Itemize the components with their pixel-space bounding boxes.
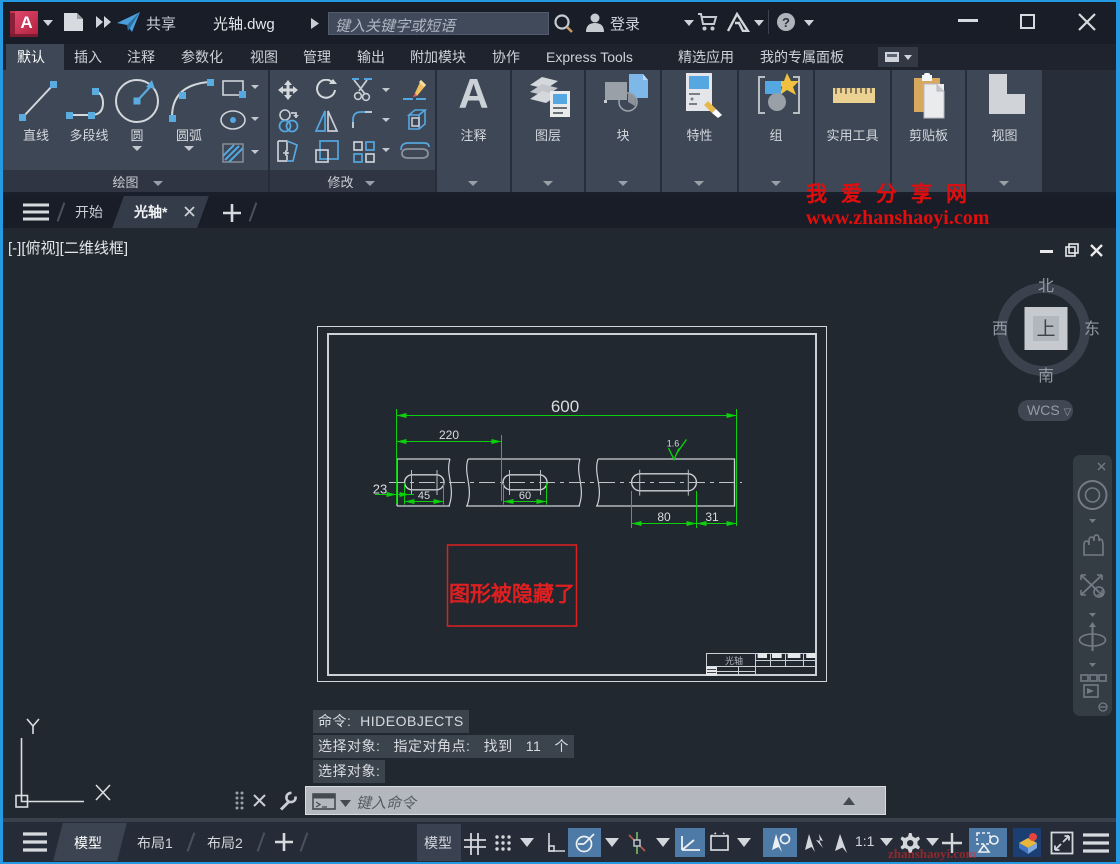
svg-text:南: 南 [1038,367,1054,385]
svg-text:北: 北 [1038,278,1054,295]
svg-text:60: 60 [519,490,531,502]
svg-text:上: 上 [1036,318,1055,340]
svg-text:600: 600 [551,397,579,416]
svg-text:1.6: 1.6 [667,439,680,449]
svg-text:80: 80 [657,510,671,524]
svg-text:东: 东 [1084,320,1100,338]
svg-text:23: 23 [373,482,387,497]
svg-text:220: 220 [439,428,459,442]
svg-text:?: ? [782,15,790,30]
svg-text:45: 45 [418,490,430,502]
svg-text:光轴: 光轴 [725,655,743,666]
svg-text:图形被隐藏了: 图形被隐藏了 [449,582,575,606]
svg-text:31: 31 [705,510,719,524]
svg-text:西: 西 [992,321,1008,338]
